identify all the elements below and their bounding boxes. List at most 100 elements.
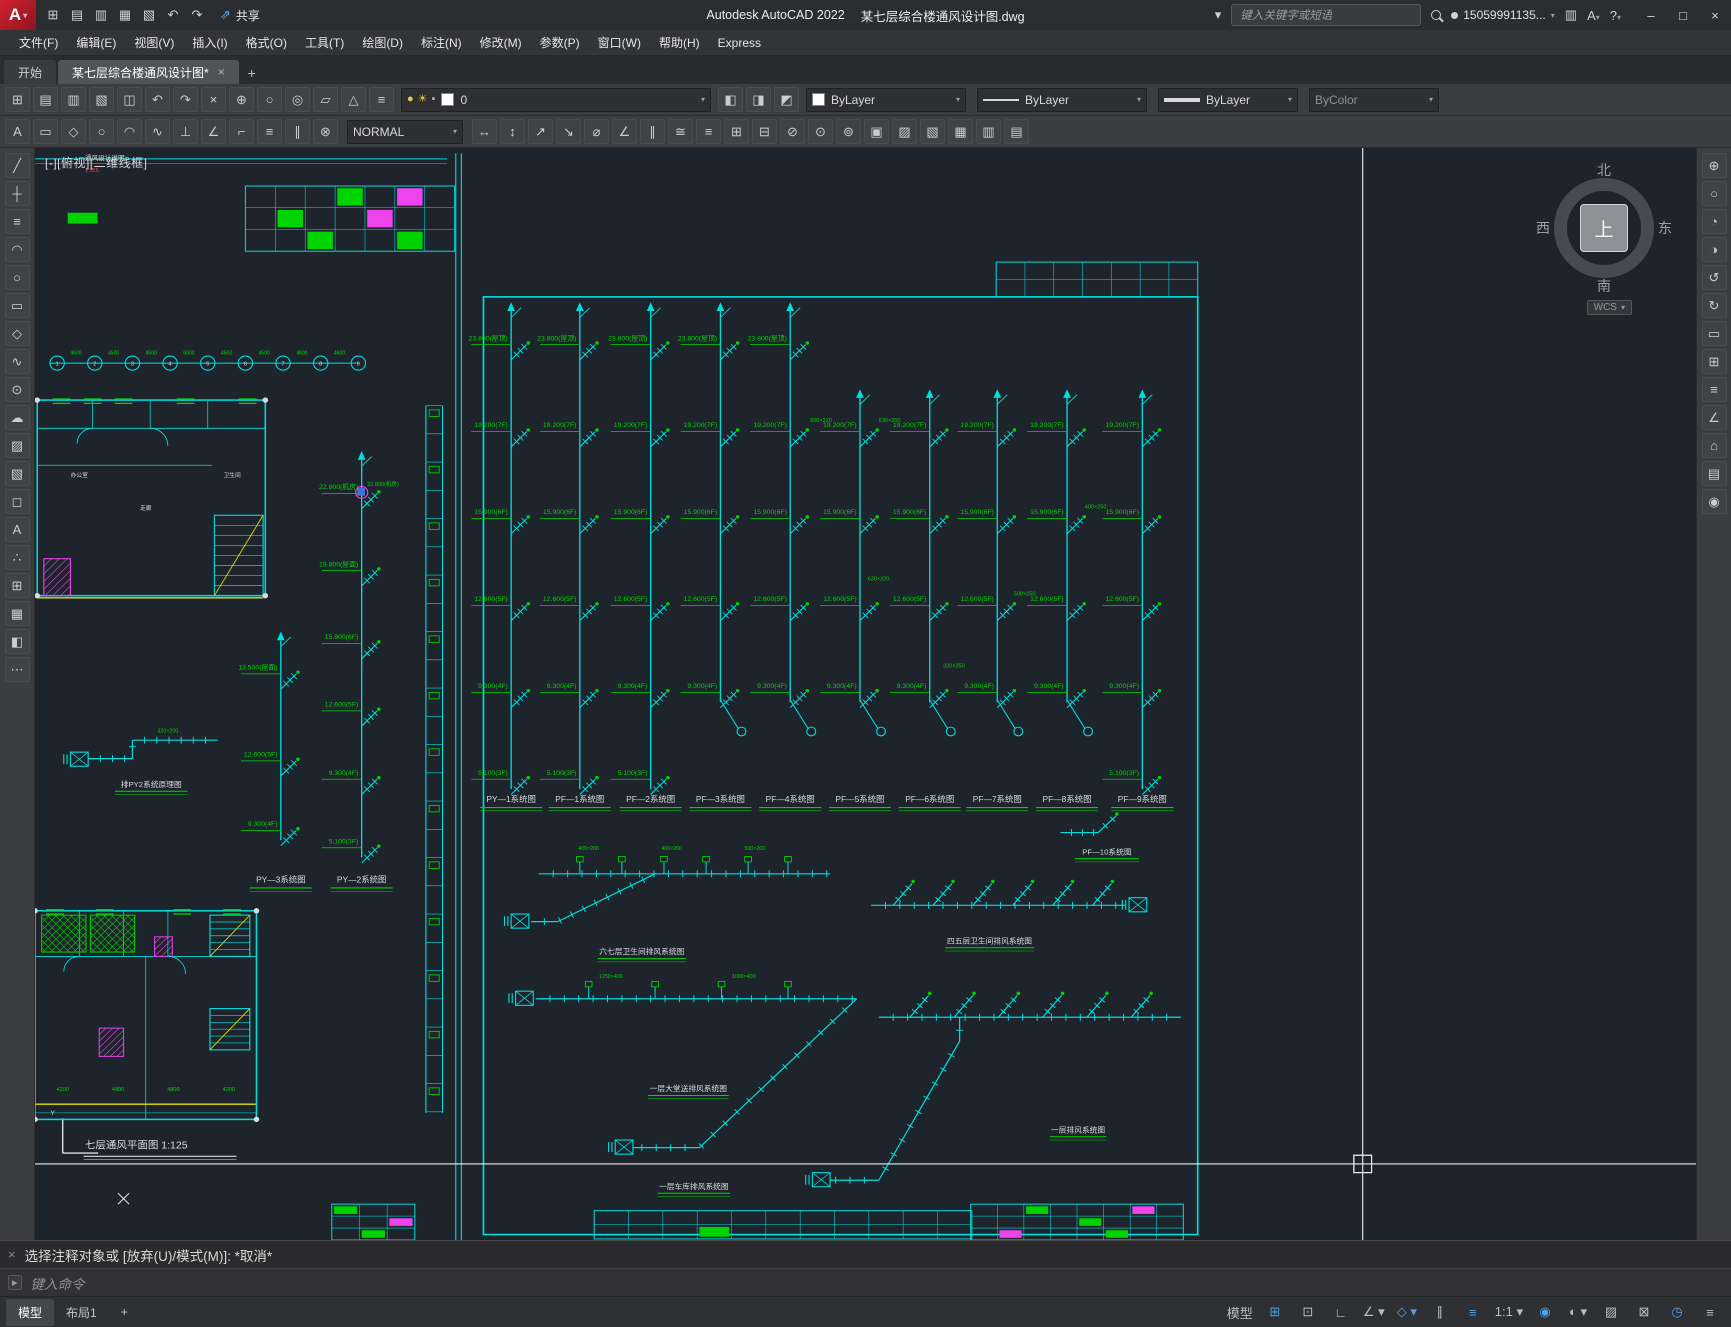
hatch-icon[interactable]: ▨	[892, 119, 917, 144]
tab-start[interactable]: 开始	[4, 60, 57, 84]
tab-drawing[interactable]: 某七层综合楼通风设计图* ×	[58, 60, 239, 84]
dim-vertical-icon[interactable]: ↕	[500, 119, 525, 144]
command-input-row[interactable]: ▸ 键入命令	[0, 1268, 1731, 1296]
region-icon[interactable]: ▣	[864, 119, 889, 144]
tool-circle-icon[interactable]: ○	[4, 265, 30, 290]
search-input[interactable]: 键入关键字或短语	[1231, 4, 1422, 26]
layout-tab-3[interactable]: +	[109, 1300, 140, 1324]
tool-arc-icon[interactable]: ◠	[4, 237, 30, 262]
donut-icon[interactable]: ⊚	[836, 119, 861, 144]
help-menu-icon[interactable]: ?▾	[1610, 8, 1621, 23]
viewport-controls[interactable]: [-][俯视][二维线框]	[45, 154, 148, 171]
tool-divide-icon[interactable]: ∴	[4, 545, 30, 570]
tool-rect-icon[interactable]: ▭	[4, 293, 30, 318]
viewcube-south-label[interactable]: 南	[1597, 276, 1611, 296]
nav-list-icon[interactable]: ≡	[1701, 377, 1727, 402]
zoom-window-icon[interactable]: ◎	[285, 87, 310, 112]
menu-item-1[interactable]: 文件(F)	[10, 31, 67, 54]
nav-redo-view-icon[interactable]: ↻	[1701, 293, 1727, 318]
nav-angle-icon[interactable]: ∠	[1701, 405, 1727, 430]
tool-point-icon[interactable]: ⊙	[4, 377, 30, 402]
tool-gradient-icon[interactable]: ▧	[4, 461, 30, 486]
plot-icon[interactable]: ▧	[89, 87, 114, 112]
menu-item-2[interactable]: 编辑(E)	[67, 31, 125, 54]
layer-sun-icon[interactable]: ☀	[418, 94, 428, 105]
tool-revcloud-icon[interactable]: ☁	[4, 405, 30, 430]
workspace-switch[interactable]: ◐ ▾	[1563, 1301, 1593, 1323]
text-icon[interactable]: A	[5, 119, 30, 144]
layout-tab-1[interactable]: 模型	[6, 1298, 55, 1326]
undo-icon[interactable]: ↶	[145, 87, 170, 112]
search-icon[interactable]	[1431, 10, 1442, 20]
plotstyle-dropdown[interactable]: ByColor ▾	[1309, 87, 1439, 112]
new-icon[interactable]: ⊞	[5, 87, 30, 112]
annotation-scale[interactable]: 1:1 ▾	[1491, 1301, 1527, 1323]
dim-angular-icon[interactable]: ∠	[612, 119, 637, 144]
text-style-dropdown[interactable]: NORMAL ▾	[347, 119, 463, 144]
viewcube-west-label[interactable]: 西	[1536, 218, 1550, 238]
hardware-accel[interactable]: ◷	[1662, 1301, 1692, 1323]
gradient-icon[interactable]: ▧	[920, 119, 945, 144]
lineweight-dropdown[interactable]: ByLayer ▾	[1158, 87, 1298, 112]
ortho-toggle[interactable]: ∟	[1326, 1301, 1356, 1323]
layers-icon[interactable]: ≡	[257, 119, 282, 144]
tool-block-icon[interactable]: ⊞	[4, 573, 30, 598]
app-store-cart-icon[interactable]: ▥	[1565, 7, 1577, 23]
layout-tab-2[interactable]: 布局1	[54, 1299, 109, 1326]
menu-item-12[interactable]: 帮助(H)	[650, 31, 709, 54]
tab-close-icon[interactable]: ×	[218, 65, 225, 79]
command-close-icon[interactable]: ×	[8, 1247, 16, 1262]
dim-baseline-icon[interactable]: ∥	[640, 119, 665, 144]
tool-text-icon[interactable]: A	[4, 517, 30, 542]
polygon-icon[interactable]: ◇	[61, 119, 86, 144]
save-as-icon[interactable]: ▦	[114, 4, 136, 26]
layer-isolate-icon[interactable]: ◩	[774, 87, 799, 112]
command-input[interactable]: 键入命令	[31, 1273, 85, 1293]
dim-leader-icon[interactable]: ↘	[556, 119, 581, 144]
circle-icon[interactable]: ○	[89, 119, 114, 144]
viewcube-north-label[interactable]: 北	[1597, 160, 1611, 180]
nav-viewport-icon[interactable]: ▭	[1701, 321, 1727, 346]
group-icon[interactable]: ▥	[976, 119, 1001, 144]
save-icon[interactable]: ▥	[90, 4, 112, 26]
viewcube-top-face[interactable]: 上	[1580, 204, 1628, 252]
open-folder-icon[interactable]: ▤	[66, 4, 88, 26]
menu-item-11[interactable]: 窗口(W)	[589, 31, 650, 54]
properties-icon[interactable]: ▱	[313, 87, 338, 112]
parallel-icon[interactable]: ∥	[285, 119, 310, 144]
tool-region-icon[interactable]: ◻	[4, 489, 30, 514]
tool-mline-icon[interactable]: ≡	[4, 209, 30, 234]
zoom-icon[interactable]: ○	[257, 87, 282, 112]
dim-diameter-icon[interactable]: ⌀	[584, 119, 609, 144]
command-customize-icon[interactable]: ▸	[8, 1275, 22, 1290]
field-icon[interactable]: ⊟	[752, 119, 777, 144]
minimize-button[interactable]: –	[1635, 0, 1667, 30]
search-history-caret-icon[interactable]: ▾	[1215, 7, 1222, 23]
snap-toggle[interactable]: ⊡	[1293, 1301, 1323, 1323]
angle-icon[interactable]: ∠	[201, 119, 226, 144]
wipeout-icon[interactable]: ⊘	[780, 119, 805, 144]
open-icon[interactable]: ▤	[33, 87, 58, 112]
tool-line-icon[interactable]: ╱	[4, 153, 30, 178]
annotation-visibility[interactable]: ◉	[1530, 1301, 1560, 1323]
match-props-icon[interactable]: △	[341, 87, 366, 112]
tool-more-icon[interactable]: ⋯	[4, 657, 30, 682]
rect-icon[interactable]: ▭	[33, 119, 58, 144]
model-space-canvas[interactable]: 1 4600 2 4500 3 4500 4 6000 5 4500 6 4500 7 4600 8 4600…	[35, 148, 1696, 1240]
tool-xline-icon[interactable]: ┼	[4, 181, 30, 206]
tool-spline-icon[interactable]: ∿	[4, 349, 30, 374]
nav-sheet-icon[interactable]: ▤	[1701, 461, 1727, 486]
customize-menu[interactable]: ≡	[1695, 1301, 1725, 1323]
menu-item-6[interactable]: 工具(T)	[296, 31, 353, 54]
perp-icon[interactable]: ⊥	[173, 119, 198, 144]
nav-orbit-icon[interactable]: ◔	[1701, 209, 1727, 234]
dim-continue-icon[interactable]: ≅	[668, 119, 693, 144]
tool-polygon-icon[interactable]: ◇	[4, 321, 30, 346]
new-tab-button[interactable]: +	[241, 62, 263, 84]
nav-zoom-icon[interactable]: ○	[1701, 181, 1727, 206]
new-file-icon[interactable]: ⊞	[42, 4, 64, 26]
app-menu-button[interactable]: A ▾	[0, 0, 36, 30]
xline-icon[interactable]: ⌐	[229, 119, 254, 144]
cad-drawing[interactable]: 1 4600 2 4500 3 4500 4 6000 5 4500 6 4500 7 4600 8 4600…	[35, 148, 1696, 1240]
menu-item-8[interactable]: 标注(N)	[412, 31, 471, 54]
